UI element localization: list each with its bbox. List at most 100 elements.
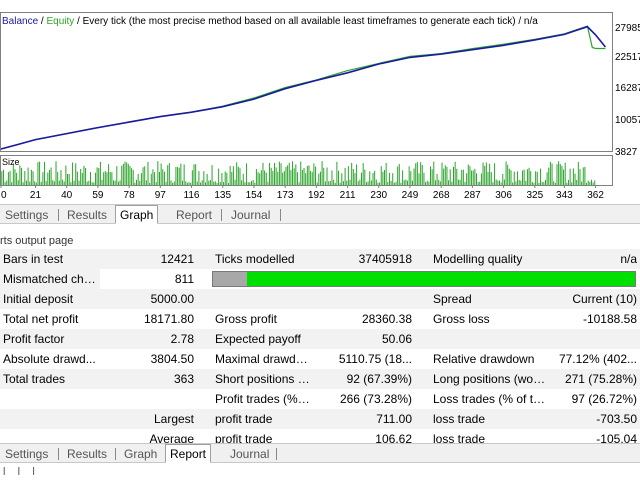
long-positions-value: 271 (75.28%) [552,369,640,389]
tab-graph[interactable]: Graph [120,446,161,462]
gross-profit-value: 28360.38 [361,312,412,326]
table-row: Initial deposit 5000.00 Spread Current (… [0,289,640,309]
table-row: Largest profit trade 711.00 loss trade -… [0,409,640,429]
report-caption: rts output page [0,235,74,246]
modelling-quality-bar [212,271,636,287]
tab-separator [58,209,59,221]
y-tick-label: 3827 [615,147,638,158]
absolute-drawdown-value: 3804.50 [150,352,194,366]
gross-profit-label: Gross profit [215,312,278,326]
x-tick-label: 268 [433,190,450,201]
y-tick-label: 22517 [615,52,640,63]
tab-separator [58,448,59,460]
largest-label: Largest [100,409,197,429]
x-tick-label: 287 [464,190,481,201]
long-positions-label: Long positions (won... [430,369,552,389]
y-tick-label: 10057 [615,115,640,126]
tab-results[interactable]: Results [63,446,111,462]
x-tick-label: 135 [214,190,231,201]
table-row: Total trades 363 Short positions (won...… [0,369,640,389]
gross-loss-value: -10188.58 [582,312,637,326]
y-tick-label: 16287 [615,83,640,94]
tab-settings-top[interactable]: Settings [1,207,52,223]
tab-report[interactable]: Report [165,444,212,463]
table-row: Mismatched cha... 811 [0,269,640,289]
total-net-profit-value: 18171.80 [143,312,194,326]
tab-journal[interactable]: Journal [226,446,273,462]
x-tick-label: 192 [308,190,325,201]
maximal-drawdown-label: Maximal drawdown [215,352,315,366]
loss-trades-label: Loss trades (% of total) [433,392,552,406]
short-positions-value: 92 (67.39%) [315,369,415,389]
mismatched-value: 811 [174,272,194,286]
legend-separator: / [38,16,46,27]
modelling-quality-value: n/a [552,249,640,269]
profit-trades-value: 266 (73.28%) [339,392,412,406]
tab-report-top[interactable]: Report [172,207,216,223]
table-row: Bars in test 12421 Ticks modelled 374059… [0,249,640,269]
x-tick-label: 40 [61,190,73,201]
table-row: Total net profit 18171.80 Gross profit 2… [0,309,640,329]
balance-chart: 27985 22517 16287 10057 3827 0 21 40 59 78 97 116 1… [0,0,640,205]
largest-profit-trade-value: 711.00 [315,409,415,429]
legend-description: / Every tick (the most precise method ba… [74,16,538,27]
x-tick-label: 306 [495,190,512,201]
total-trades-label: Total trades [0,369,100,389]
footer-text: l l l [3,466,35,478]
x-tick-label: 116 [184,190,200,201]
total-net-profit-label: Total net profit [3,312,79,326]
volume-size-label: Size [2,157,20,167]
spread-label: Spread [430,289,552,309]
expected-payoff-value: 50.06 [315,329,415,349]
tab-separator [280,209,281,221]
tab-separator [276,448,277,460]
relative-drawdown-label: Relative drawdown [433,352,535,366]
tab-journal-top[interactable]: Journal [227,207,274,223]
largest-profit-trade-label: profit trade [212,409,315,429]
modelling-quality-bar-fill [213,272,247,286]
relative-drawdown-value: 77.12% (402... [558,352,637,366]
x-tick-label: 343 [556,190,573,201]
tab-separator [115,448,116,460]
modelling-quality-label: Modelling quality [430,249,552,269]
x-tick-label: 173 [277,190,294,201]
absolute-drawdown-label: Absolute drawd... [3,352,96,366]
total-trades-value: 363 [100,369,197,389]
loss-trades-value: 97 (26.72%) [571,392,637,406]
x-tick-label: 230 [370,190,387,201]
x-tick-label: 0 [1,190,7,201]
tab-bar-bottom: Settings Results Graph Report Journal [0,443,640,463]
report-table: Bars in test 12421 Ticks modelled 374059… [0,249,640,449]
table-row: Absolute drawd... 3804.50 Maximal drawdo… [0,349,640,369]
short-positions-label: Short positions (won... [212,369,315,389]
tab-separator [221,209,222,221]
x-tick-label: 211 [340,190,356,201]
x-tick-label: 97 [155,190,167,201]
profit-factor-value: 2.78 [100,329,197,349]
x-tick-label: 21 [30,190,42,201]
maximal-drawdown-value: 5110.75 (18... [338,352,412,366]
x-tick-label: 154 [246,190,263,201]
largest-loss-trade-label: loss trade [430,409,552,429]
ticks-modelled-value: 37405918 [315,249,415,269]
bars-in-test-value: 12421 [100,249,197,269]
largest-loss-trade-value: -703.50 [552,409,640,429]
profit-trades-label: Profit trades (% of to... [215,392,315,406]
svg-text:Balance / Equity / Every tick: Balance / Equity / Every tick (the most … [2,16,538,27]
tab-settings[interactable]: Settings [1,446,52,462]
x-tick-label: 78 [124,190,136,201]
legend-balance: Balance [2,16,39,27]
profit-factor-label: Profit factor [0,329,100,349]
x-tick-label: 362 [587,190,604,201]
initial-deposit-value: 5000.00 [100,289,197,309]
table-row: Profit factor 2.78 Expected payoff 50.06 [0,329,640,349]
expected-payoff-label: Expected payoff [212,329,315,349]
x-tick-label: 249 [402,190,419,201]
tab-graph-top[interactable]: Graph [115,205,159,224]
tab-results-top[interactable]: Results [63,207,111,223]
bars-in-test-label: Bars in test [0,249,100,269]
y-tick-label: 27985 [615,23,640,34]
gross-loss-label: Gross loss [433,312,490,326]
initial-deposit-label: Initial deposit [0,289,100,309]
table-row: Profit trades (% of to... 266 (73.28%) L… [0,389,640,409]
